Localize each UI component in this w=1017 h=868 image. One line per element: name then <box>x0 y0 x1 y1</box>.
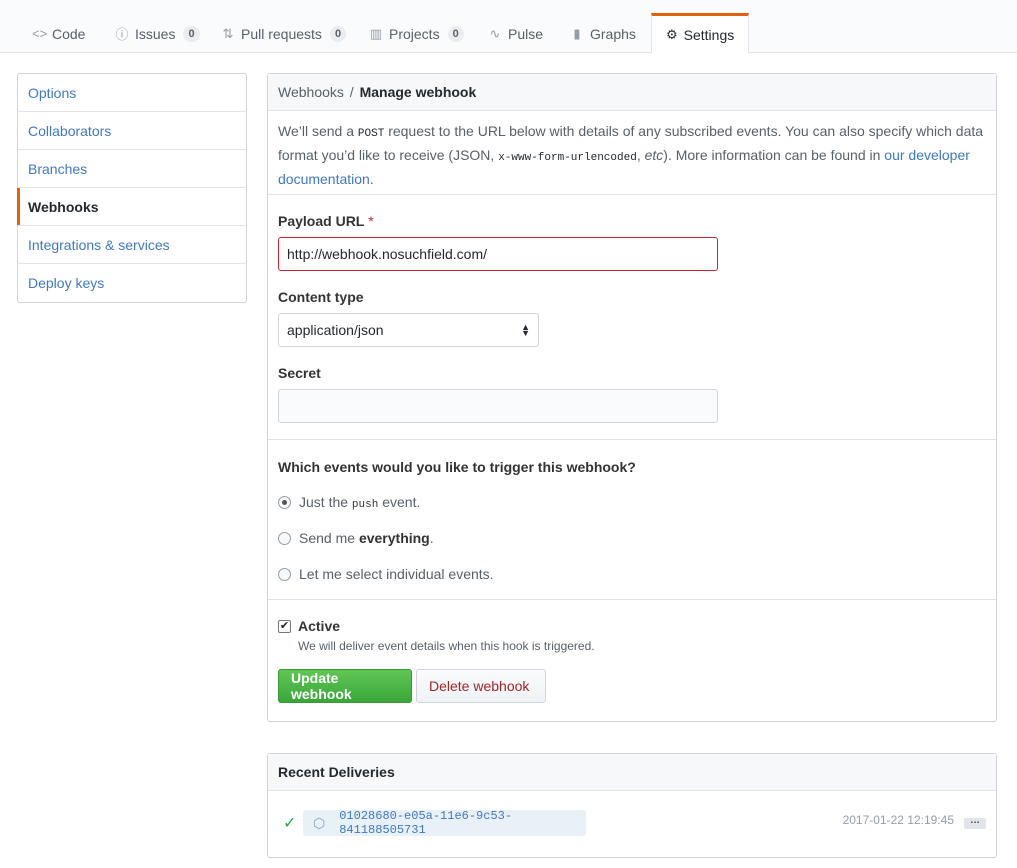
tab-projects[interactable]: ▥ Projects 0 <box>355 14 478 53</box>
radio-everything[interactable] <box>278 531 291 545</box>
pulse-icon: ∿ <box>489 25 501 41</box>
tab-pull-requests[interactable]: ⇅ Pull requests 0 <box>207 14 360 53</box>
success-check-icon: ✓ <box>283 815 297 832</box>
graph-icon: ▮ <box>573 25 581 41</box>
content-type-select[interactable]: application/json ▲ ▼ <box>278 313 539 347</box>
radio-push[interactable] <box>278 495 291 509</box>
events-question: Which events would you like to trigger t… <box>278 459 636 475</box>
event-push-option[interactable]: Just the push event. <box>278 492 420 512</box>
payload-label-text: Payload URL <box>278 213 365 229</box>
intro-text: , <box>636 147 645 163</box>
content-type-value: application/json <box>287 322 384 338</box>
active-option[interactable]: ✔ Active <box>278 618 340 634</box>
breadcrumb-separator: / <box>349 84 354 100</box>
payload-url-input[interactable]: http://webhook.nosuchfield.com/ <box>278 237 718 271</box>
webhook-events-section: Which events would you like to trigger t… <box>268 440 996 600</box>
delivery-timestamp: 2017-01-22 12:19:45 <box>842 813 954 827</box>
settings-sidebar: Options Collaborators Branches Webhooks … <box>17 73 247 303</box>
pull-requests-counter: 0 <box>329 25 347 42</box>
secret-input[interactable] <box>278 389 718 423</box>
gear-icon: ⚙ <box>666 26 678 42</box>
repo-nav: <> Code ⓘ Issues 0 ⇅ Pull requests 0 ▥ P… <box>0 0 1017 53</box>
tab-label: Projects <box>389 25 440 42</box>
recent-deliveries-title: Recent Deliveries <box>268 754 996 791</box>
breadcrumb-webhooks-link[interactable]: Webhooks <box>278 84 344 100</box>
tab-label: Settings <box>683 26 735 43</box>
event-everything-text: Send me <box>299 530 359 546</box>
tab-label: Code <box>52 25 86 42</box>
webhook-form-fields: Payload URL * http://webhook.nosuchfield… <box>268 195 996 440</box>
intro-em: etc <box>644 147 664 163</box>
delete-webhook-button[interactable]: Delete webhook <box>416 669 546 703</box>
event-everything-bold: everything <box>358 530 430 546</box>
intro-text: We’ll send a <box>278 123 358 139</box>
intro-text: ). More information can be found in <box>663 147 885 163</box>
tab-label: Pulse <box>508 25 544 42</box>
breadcrumb: Webhooks / Manage webhook <box>268 74 996 111</box>
event-everything-option[interactable]: Send me everything. <box>278 528 434 548</box>
tab-label: Pull requests <box>241 25 322 42</box>
webhook-actions-section: ✔ Active We will deliver event details w… <box>268 600 996 722</box>
projects-counter: 0 <box>447 25 464 42</box>
sidebar-item-options[interactable]: Options <box>18 74 246 112</box>
intro-text: . <box>369 171 374 187</box>
package-icon: ⬡ <box>313 814 326 831</box>
tab-graphs[interactable]: ▮ Graphs <box>556 14 650 53</box>
delivery-guid[interactable]: ⬡ 01028680-e05a-11e6-9c53-841188505731 <box>303 809 586 837</box>
tab-code[interactable]: <> Code <box>18 14 99 53</box>
event-individual-option[interactable]: Let me select individual events. <box>278 564 494 584</box>
intro-code-post: POST <box>357 128 385 140</box>
event-individual-label: Let me select individual events. <box>299 566 494 582</box>
active-checkbox[interactable]: ✔ <box>278 619 291 633</box>
manage-webhook-box: Webhooks / Manage webhook We’ll send a P… <box>267 73 997 722</box>
delivery-expand-button[interactable]: … <box>964 816 986 829</box>
secret-label: Secret <box>278 365 321 381</box>
sidebar-item-webhooks[interactable]: Webhooks <box>17 188 246 226</box>
radio-individual[interactable] <box>278 567 291 581</box>
tab-settings[interactable]: ⚙ Settings <box>651 13 749 53</box>
event-everything-text: . <box>429 530 434 546</box>
select-arrows-icon: ▲ ▼ <box>521 322 530 338</box>
sidebar-item-deploy-keys[interactable]: Deploy keys <box>18 264 246 302</box>
issues-counter: 0 <box>183 25 200 42</box>
sidebar-item-collaborators[interactable]: Collaborators <box>18 112 246 150</box>
code-icon: <> <box>32 26 48 41</box>
intro-code-urlencoded: x-www-form-urlencoded <box>498 152 637 164</box>
update-webhook-button[interactable]: Update webhook <box>278 669 412 703</box>
event-push-code: push <box>351 498 379 511</box>
tab-pulse[interactable]: ∿ Pulse <box>474 14 557 53</box>
event-push-text: Just the <box>299 493 352 510</box>
event-everything-label: Send me everything. <box>299 530 434 546</box>
sidebar-item-branches[interactable]: Branches <box>18 150 246 188</box>
sidebar-item-integrations[interactable]: Integrations & services <box>18 226 246 264</box>
event-push-text: event. <box>378 493 421 510</box>
recent-deliveries-box: Recent Deliveries ✓ ⬡ 01028680-e05a-11e6… <box>267 753 997 858</box>
tab-label: Issues <box>135 25 176 42</box>
active-note: We will deliver event details when this … <box>298 639 595 653</box>
delivery-row[interactable]: ✓ ⬡ 01028680-e05a-11e6-9c53-841188505731… <box>268 791 996 857</box>
active-label: Active <box>298 618 341 634</box>
payload-url-label: Payload URL * <box>278 213 374 229</box>
required-mark: * <box>368 213 374 229</box>
delivery-guid-text: 01028680-e05a-11e6-9c53-841188505731 <box>339 809 513 837</box>
webhook-intro-text: We’ll send a POST request to the URL bel… <box>268 111 996 195</box>
issue-icon: ⓘ <box>115 27 129 42</box>
page-title: Manage webhook <box>359 84 477 100</box>
project-icon: ▥ <box>369 25 383 41</box>
pull-request-icon: ⇅ <box>222 25 234 41</box>
content-type-label: Content type <box>278 289 364 305</box>
tab-issues[interactable]: ⓘ Issues 0 <box>101 14 214 53</box>
tab-label: Graphs <box>590 25 636 42</box>
event-push-label: Just the push event. <box>299 494 420 511</box>
